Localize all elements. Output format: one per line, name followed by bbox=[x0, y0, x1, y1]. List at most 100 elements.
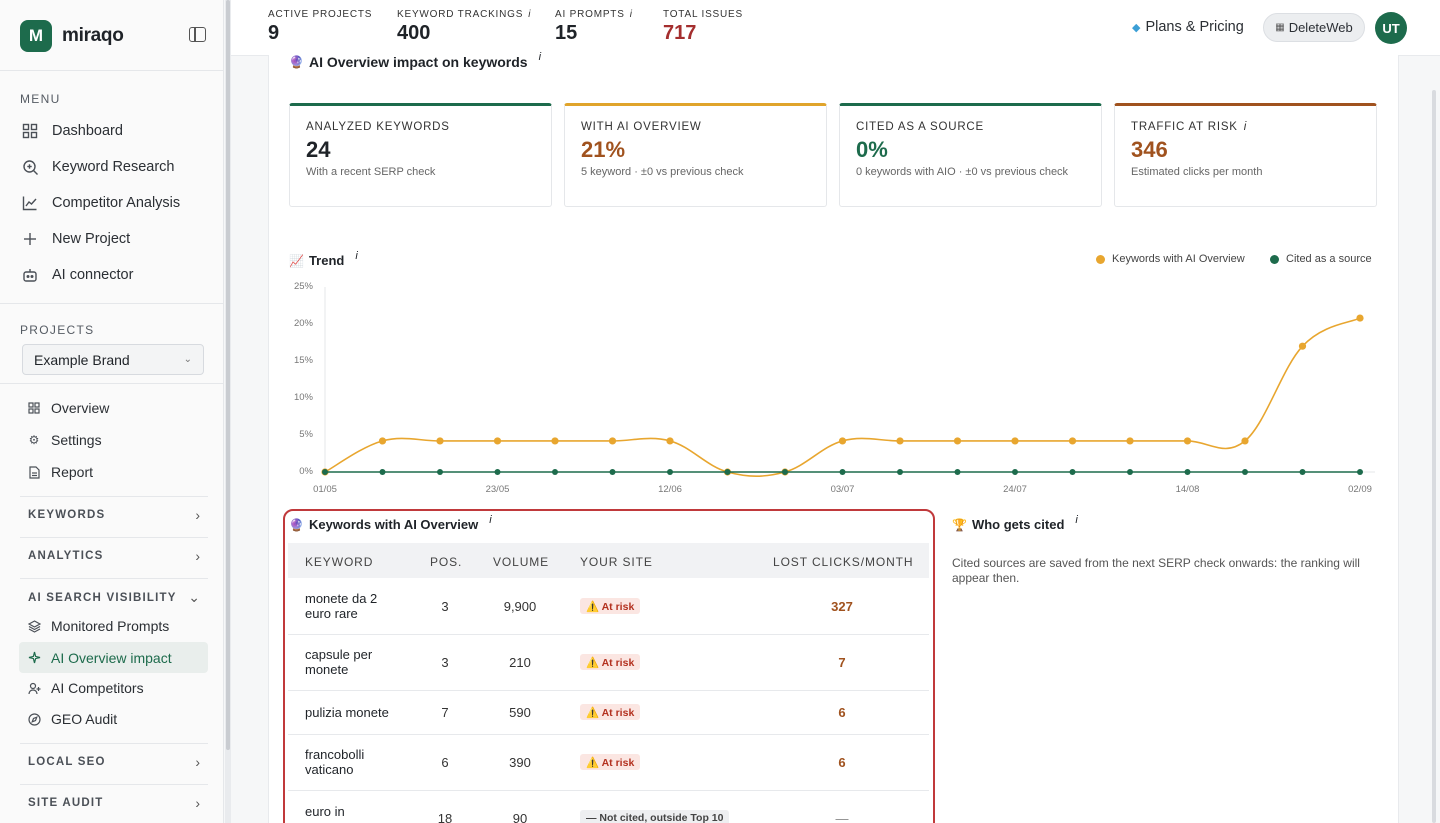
stat-value: 400 bbox=[397, 22, 431, 44]
sidebar-group-site-audit[interactable]: SITE AUDIT › bbox=[28, 795, 200, 811]
info-icon[interactable]: i bbox=[630, 9, 633, 20]
sidebar-group-local-seo[interactable]: LOCAL SEO › bbox=[28, 754, 200, 770]
avatar[interactable]: UT bbox=[1375, 12, 1407, 44]
info-icon[interactable]: i bbox=[1075, 514, 1077, 526]
group-label: KEYWORDS bbox=[28, 509, 106, 521]
sidebar-item-ai-competitors[interactable]: AI Competitors bbox=[27, 677, 144, 699]
sidebar-item-label: Dashboard bbox=[52, 123, 123, 139]
row-divider bbox=[288, 634, 929, 635]
x-tick-label: 14/08 bbox=[1175, 484, 1200, 495]
cell-lost-clicks: 327 bbox=[831, 599, 853, 614]
sidebar-item-new-project[interactable]: New Project bbox=[20, 227, 130, 251]
divider bbox=[0, 383, 224, 384]
stat-value: 717 bbox=[663, 22, 697, 44]
scrollbar-thumb[interactable] bbox=[226, 0, 230, 750]
x-tick-label: 02/09 bbox=[1348, 484, 1372, 495]
sidebar-group-ai-search-visibility[interactable]: AI SEARCH VISIBILITY ⌄ bbox=[28, 589, 200, 606]
card-sub: 0 keywords with AIO · ±0 vs previous che… bbox=[856, 166, 1069, 178]
top-header: ACTIVE PROJECTS 9 KEYWORD TRACKINGS i 400… bbox=[231, 0, 1440, 56]
cell-volume: 9,900 bbox=[503, 599, 537, 614]
page-title-text: AI Overview impact on keywords bbox=[308, 54, 528, 70]
column-your-site[interactable]: YOUR SITE bbox=[580, 555, 653, 569]
card-value: 346 bbox=[1131, 137, 1168, 162]
card-label: WITH AI OVERVIEW bbox=[581, 121, 702, 133]
gear-icon: ⚙ bbox=[28, 433, 40, 447]
legend-label: Cited as a source bbox=[1286, 253, 1372, 265]
cell-keyword[interactable]: euro in bbox=[305, 804, 395, 819]
column-lost-clicks[interactable]: LOST CLICKS/MONTH bbox=[773, 555, 913, 569]
cell-position: 7 bbox=[441, 705, 449, 720]
legend-cited[interactable]: Cited as a source bbox=[1270, 253, 1372, 265]
cell-keyword[interactable]: francobolli vaticano bbox=[305, 747, 395, 777]
chevron-right-icon: › bbox=[195, 754, 200, 770]
sidebar-item-dashboard[interactable]: Dashboard bbox=[20, 119, 123, 143]
cell-keyword[interactable]: capsule per monete bbox=[305, 647, 395, 677]
sidebar-scrollbar[interactable] bbox=[225, 0, 231, 823]
stat-label-text: KEYWORD TRACKINGS bbox=[397, 9, 524, 20]
card-sub: 5 keyword · ±0 vs previous check bbox=[581, 166, 744, 178]
divider bbox=[0, 303, 224, 304]
sidebar-item-overview[interactable]: Overview bbox=[27, 397, 109, 419]
cell-keyword[interactable]: monete da 2 euro rare bbox=[305, 591, 395, 621]
sidebar-item-label: New Project bbox=[52, 231, 131, 247]
document-icon bbox=[27, 465, 41, 479]
info-icon[interactable]: i bbox=[1244, 121, 1247, 133]
chart-emoji-icon: 📈 bbox=[289, 253, 304, 268]
cell-lost-clicks: — bbox=[835, 811, 849, 823]
info-icon[interactable]: i bbox=[355, 250, 357, 262]
user-plus-icon bbox=[27, 681, 41, 695]
info-icon[interactable]: i bbox=[528, 9, 531, 20]
sidebar-item-ai-overview-impact[interactable]: AI Overview impact bbox=[19, 642, 208, 673]
card-with-ai-overview: WITH AI OVERVIEW 21% 5 keyword · ±0 vs p… bbox=[564, 103, 827, 207]
cell-keyword[interactable]: pulizia monete bbox=[305, 705, 425, 720]
grid-icon bbox=[27, 401, 41, 415]
column-keyword[interactable]: KEYWORD bbox=[305, 555, 373, 569]
stat-keyword-trackings: KEYWORD TRACKINGS i 400 bbox=[397, 9, 531, 45]
sidebar-item-label: Keyword Research bbox=[52, 159, 175, 175]
brand[interactable]: M miraqo bbox=[20, 20, 124, 52]
card-traffic-at-risk: TRAFFIC AT RISK i 346 Estimated clicks pe… bbox=[1114, 103, 1377, 207]
stat-label-text: AI PROMPTS bbox=[555, 9, 625, 20]
site-switcher-button[interactable]: ▦ DeleteWeb bbox=[1263, 13, 1365, 42]
x-tick-label: 01/05 bbox=[313, 484, 337, 495]
info-icon[interactable]: i bbox=[539, 51, 541, 63]
sidebar-toggle-icon[interactable] bbox=[189, 27, 206, 42]
sidebar-item-label: AI Competitors bbox=[51, 680, 144, 696]
card-value: 0% bbox=[856, 137, 888, 162]
y-tick-label: 15% bbox=[293, 355, 313, 366]
plans-pricing-link[interactable]: ◆ Plans & Pricing bbox=[1132, 19, 1244, 35]
sidebar-item-keyword-research[interactable]: Keyword Research bbox=[20, 155, 175, 179]
sidebar-item-settings[interactable]: ⚙ Settings bbox=[27, 429, 102, 451]
card-value: 21% bbox=[581, 137, 626, 162]
column-volume[interactable]: VOLUME bbox=[493, 555, 549, 569]
sidebar-group-keywords[interactable]: KEYWORDS › bbox=[28, 507, 200, 523]
trophy-icon: 🏆 bbox=[952, 517, 967, 532]
sidebar-item-competitor-analysis[interactable]: Competitor Analysis bbox=[20, 191, 180, 215]
compass-icon bbox=[27, 712, 41, 726]
chevron-right-icon: › bbox=[195, 795, 200, 811]
card-cited-as-source: CITED AS A SOURCE 0% 0 keywords with AIO… bbox=[839, 103, 1102, 207]
sidebar-group-analytics[interactable]: ANALYTICS › bbox=[28, 548, 200, 564]
sidebar-item-report[interactable]: Report bbox=[27, 461, 93, 483]
chevron-down-icon: ⌄ bbox=[183, 354, 192, 365]
divider bbox=[0, 70, 224, 71]
sidebar-item-label: GEO Audit bbox=[51, 711, 118, 727]
stat-total-issues[interactable]: TOTAL ISSUES 717 bbox=[663, 9, 743, 45]
plus-icon bbox=[20, 229, 40, 249]
card-value: 24 bbox=[306, 137, 331, 162]
sidebar-item-ai-connector[interactable]: AI connector bbox=[20, 263, 133, 287]
x-tick-label: 12/06 bbox=[658, 484, 682, 495]
sidebar-item-geo-audit[interactable]: GEO Audit bbox=[27, 708, 117, 730]
sidebar-item-monitored-prompts[interactable]: Monitored Prompts bbox=[27, 615, 169, 637]
main-scrollbar[interactable] bbox=[1432, 90, 1436, 823]
row-divider bbox=[288, 690, 929, 691]
stat-label: ACTIVE PROJECTS bbox=[268, 9, 373, 20]
stat-active-projects: ACTIVE PROJECTS 9 bbox=[268, 9, 372, 45]
legend-aio[interactable]: Keywords with AI Overview bbox=[1096, 253, 1245, 265]
menu-section-title: MENU bbox=[20, 92, 61, 106]
chevron-down-icon: ⌄ bbox=[188, 589, 200, 605]
column-position[interactable]: POS. bbox=[430, 555, 462, 569]
project-select[interactable]: Example Brand ⌄ bbox=[22, 344, 204, 375]
cell-position: 6 bbox=[441, 755, 449, 770]
robot-icon bbox=[20, 265, 40, 285]
